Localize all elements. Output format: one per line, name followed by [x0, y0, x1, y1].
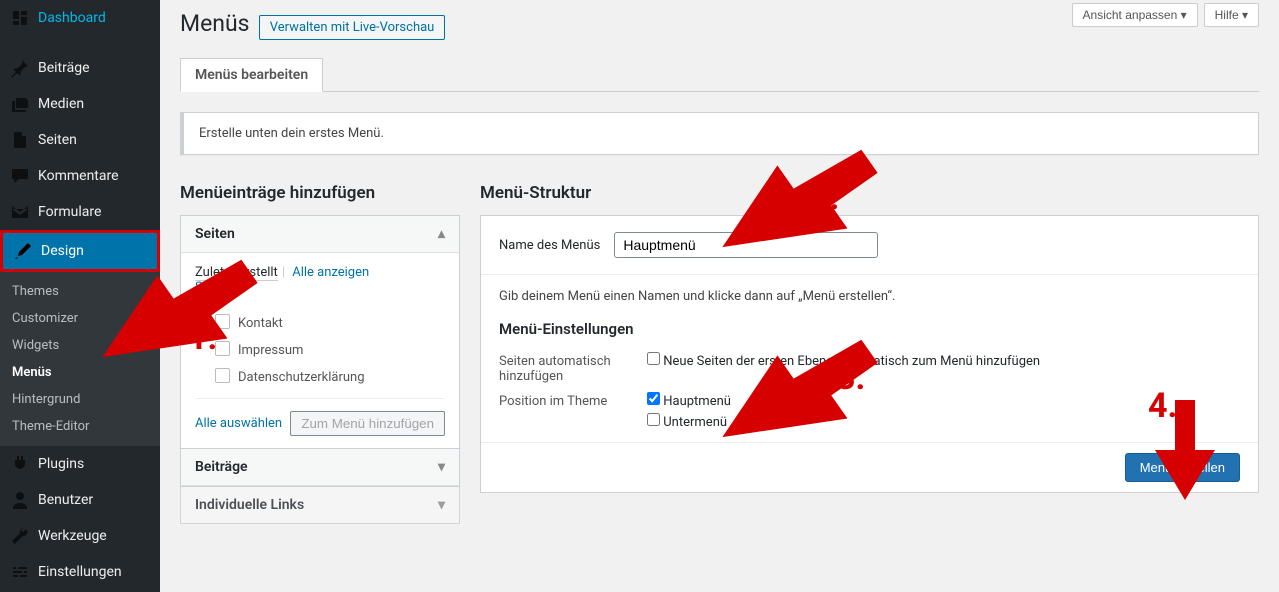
submenu-menus[interactable]: Menüs: [0, 359, 160, 386]
menu-edit-box: Name des Menüs Gib deinem Menü einen Nam…: [480, 215, 1259, 493]
tab-search[interactable]: Suchen: [195, 280, 238, 295]
add-menu-items-column: Menüeinträge hinzufügen Seiten▴ Zuletzt …: [180, 183, 460, 524]
brush-icon: [13, 241, 33, 261]
sidebar-item-tools[interactable]: Werkzeuge: [0, 518, 160, 554]
submenu-customizer[interactable]: Customizer: [0, 305, 160, 332]
admin-sidebar: Dashboard Beiträge Medien Seiten Komment…: [0, 0, 160, 592]
chevron-down-icon: ▾: [438, 459, 445, 475]
page-checkbox-item[interactable]: Datenschutzerklärung: [195, 363, 445, 390]
menu-structure-column: Menü-Struktur Name des Menüs Gib deinem …: [480, 183, 1259, 524]
sidebar-item-media[interactable]: Medien: [0, 86, 160, 122]
tab-edit-menus[interactable]: Menüs bearbeiten: [180, 58, 323, 92]
accordion-pages-toggle[interactable]: Seiten▴: [181, 216, 459, 253]
nav-tab-bar: Menüs bearbeiten: [180, 58, 1259, 92]
sidebar-item-posts[interactable]: Beiträge: [0, 50, 160, 86]
sidebar-item-design[interactable]: Design: [0, 230, 160, 272]
sidebar-item-forms[interactable]: Formulare: [0, 194, 160, 230]
submenu-themes[interactable]: Themes: [0, 278, 160, 305]
form-icon: [10, 202, 30, 222]
add-to-menu-button[interactable]: Zum Menü hinzufügen: [290, 411, 445, 436]
chevron-down-icon: ▾: [438, 497, 445, 513]
page-title: Menüs: [180, 10, 250, 37]
info-notice: Erstelle unten dein erstes Menü.: [180, 112, 1259, 155]
menu-settings-heading: Menü-Einstellungen: [499, 320, 1240, 338]
menu-name-label: Name des Menüs: [499, 238, 600, 253]
design-submenu: Themes Customizer Widgets Menüs Hintergr…: [0, 272, 160, 446]
pin-icon: [10, 58, 30, 78]
help-button[interactable]: Hilfe ▾: [1204, 3, 1259, 27]
sidebar-item-pages[interactable]: Seiten: [0, 122, 160, 158]
page-checklist: Kontakt Impressum Datenschutzerklärung: [195, 309, 445, 390]
media-icon: [10, 94, 30, 114]
sidebar-item-label: Kommentare: [38, 168, 119, 184]
submenu-background[interactable]: Hintergrund: [0, 386, 160, 413]
sidebar-item-label: Formulare: [38, 204, 101, 220]
main-content: Ansicht anpassen ▾ Hilfe ▾ Menüs Verwalt…: [160, 0, 1279, 544]
submenu-widgets[interactable]: Widgets: [0, 332, 160, 359]
menu-name-input[interactable]: [614, 232, 878, 258]
sidebar-item-users[interactable]: Benutzer: [0, 482, 160, 518]
plugin-icon: [10, 454, 30, 474]
sidebar-item-label: Beiträge: [38, 60, 90, 76]
auto-add-label: Seiten automatisch hinzufügen: [499, 352, 647, 384]
position-option-main[interactable]: Hauptmenü: [647, 392, 731, 409]
accordion-custom-links-toggle[interactable]: Individuelle Links▾: [181, 487, 459, 523]
position-main-checkbox[interactable]: [647, 392, 660, 405]
sidebar-item-plugins[interactable]: Plugins: [0, 446, 160, 482]
tab-all[interactable]: Alle anzeigen: [292, 265, 369, 280]
user-icon: [10, 490, 30, 510]
auto-add-checkbox[interactable]: [647, 352, 660, 365]
sidebar-item-label: Dashboard: [38, 10, 106, 26]
sidebar-item-comments[interactable]: Kommentare: [0, 158, 160, 194]
accordion-posts-toggle[interactable]: Beiträge▾: [181, 449, 459, 486]
sidebar-item-label: Werkzeuge: [38, 528, 107, 544]
select-all-link[interactable]: Alle auswählen: [195, 416, 282, 431]
chevron-up-icon: ▴: [438, 226, 445, 242]
structure-heading: Menü-Struktur: [480, 183, 1259, 203]
screen-options-button[interactable]: Ansicht anpassen ▾: [1072, 3, 1198, 27]
page-checkbox-item[interactable]: Impressum: [195, 336, 445, 363]
sidebar-item-settings[interactable]: Einstellungen: [0, 554, 160, 590]
sidebar-item-label: Plugins: [38, 456, 84, 472]
sidebar-item-label: Benutzer: [38, 492, 93, 508]
live-preview-button[interactable]: Verwalten mit Live-Vorschau: [259, 15, 446, 40]
sidebar-item-label: Design: [41, 243, 84, 259]
tool-icon: [10, 526, 30, 546]
add-items-heading: Menüeinträge hinzufügen: [180, 183, 460, 203]
menu-hint-text: Gib deinem Menü einen Namen und klicke d…: [499, 289, 1240, 304]
submenu-theme-editor[interactable]: Theme-Editor: [0, 413, 160, 440]
sidebar-item-label: Medien: [38, 96, 84, 112]
sidebar-item-label: Seiten: [38, 132, 77, 148]
accordion-pages: Seiten▴ Zuletzt erstellt| Alle anzeigen …: [180, 215, 460, 449]
accordion-posts: Beiträge▾: [180, 449, 460, 487]
sidebar-item-label: Einstellungen: [38, 564, 122, 580]
page-checkbox-item[interactable]: Kontakt: [195, 309, 445, 336]
accordion-custom-links: Individuelle Links▾: [180, 487, 460, 524]
page-icon: [10, 130, 30, 150]
accordion-tabs: Zuletzt erstellt| Alle anzeigen Suchen: [195, 265, 445, 295]
position-sub-checkbox[interactable]: [647, 413, 660, 426]
sidebar-item-dashboard[interactable]: Dashboard: [0, 0, 160, 36]
comment-icon: [10, 166, 30, 186]
auto-add-option[interactable]: Neue Seiten der ersten Ebene automatisch…: [647, 352, 1040, 369]
position-label: Position im Theme: [499, 392, 647, 409]
settings-icon: [10, 562, 30, 582]
dashboard-icon: [10, 8, 30, 28]
tab-recent[interactable]: Zuletzt erstellt: [195, 265, 278, 281]
position-option-sub[interactable]: Untermenü: [647, 413, 731, 430]
create-menu-button[interactable]: Menü erstellen: [1125, 453, 1240, 482]
